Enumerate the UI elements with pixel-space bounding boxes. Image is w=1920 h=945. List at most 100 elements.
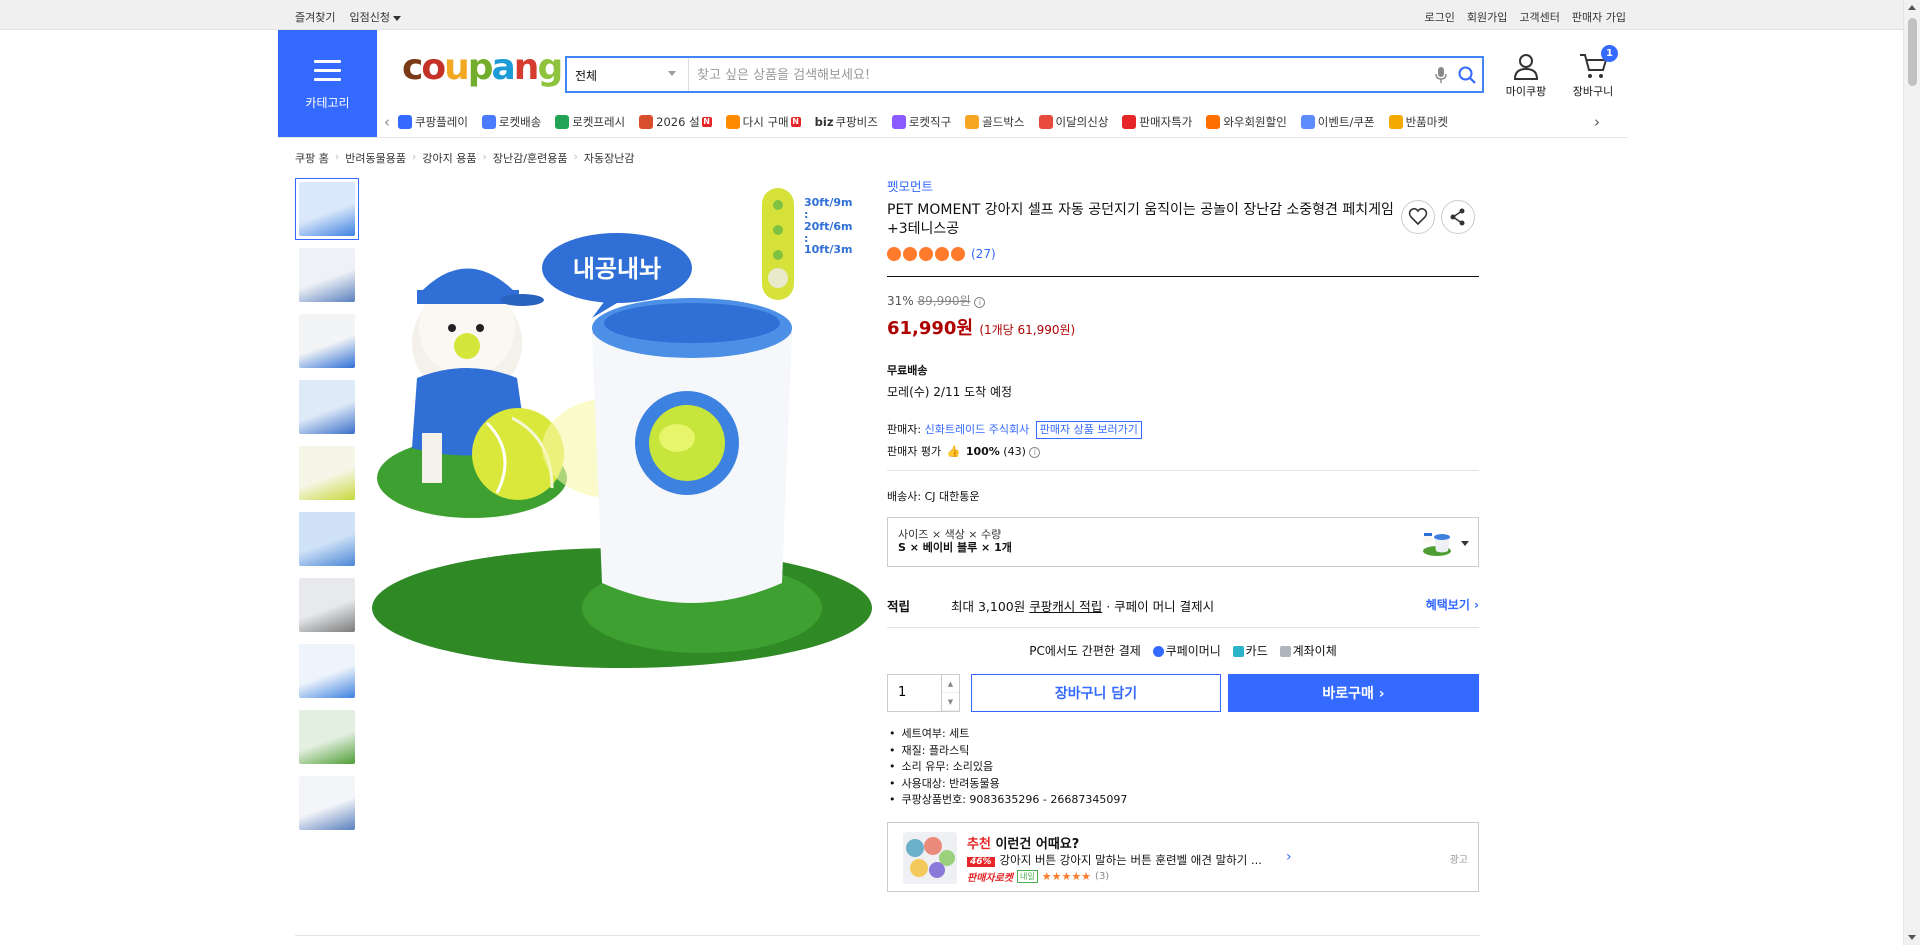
category-nav-item[interactable]: 골드박스 — [965, 114, 1025, 130]
wishlist-button[interactable] — [1401, 200, 1435, 234]
my-coupang-button[interactable]: 마이쿠팡 — [1503, 52, 1549, 99]
category-nav-item[interactable]: 반품마켓 — [1388, 114, 1448, 130]
courier-info: 배송사: CJ 대한통운 — [887, 488, 979, 504]
product-thumbnail[interactable] — [295, 574, 359, 636]
signup-link[interactable]: 회원가입 — [1467, 9, 1507, 25]
category-nav-item[interactable]: 다시 구매 N — [725, 114, 801, 130]
breadcrumb-item[interactable]: 쿠팡 홈 — [295, 150, 329, 166]
product-thumbnail[interactable] — [295, 706, 359, 768]
rating-stars[interactable]: (27) — [887, 247, 1477, 261]
thumbs-up-icon: 👍 — [946, 445, 961, 458]
partner-link[interactable]: 입점신청 — [349, 9, 401, 25]
section-divider — [295, 935, 1480, 936]
category-nav-label: 2026 설 — [656, 115, 700, 129]
category-nav-item[interactable]: 2026 설N — [639, 114, 712, 130]
chevron-down-icon — [392, 15, 401, 21]
search-input[interactable] — [697, 64, 1397, 86]
courier-label: 배송사: — [887, 490, 922, 503]
category-nav-item[interactable]: 와우회원할인 — [1206, 114, 1287, 130]
product-thumbnail[interactable] — [295, 178, 359, 240]
add-to-cart-button[interactable]: 장바구니 담기 — [971, 674, 1221, 712]
category-nav-item[interactable]: 로켓직구 — [891, 114, 951, 130]
category-nav-item[interactable]: 쿠팡플레이 — [398, 114, 468, 130]
product-thumbnail[interactable] — [295, 310, 359, 372]
category-nav-label: 반품마켓 — [1405, 115, 1448, 129]
seller-products-button[interactable]: 판매자 상품 보러가기 — [1035, 421, 1142, 439]
product-thumbnail[interactable] — [295, 376, 359, 438]
header-divider — [278, 137, 1628, 138]
product-thumbnail[interactable] — [295, 244, 359, 306]
scroll-up-arrow-icon[interactable] — [1908, 5, 1916, 10]
chevron-right-icon[interactable]: › — [1286, 849, 1292, 865]
brand-link[interactable]: 펫모먼트 — [887, 179, 933, 194]
breadcrumb-item[interactable]: 강아지 용품 — [422, 150, 476, 166]
seller-rocket-badge: 판매자로켓 — [967, 873, 1013, 884]
login-link[interactable]: 로그인 — [1425, 9, 1455, 25]
top-utility-bar: 즐겨찾기 입점신청 로그인 회원가입 고객센터 판매자 가입 — [0, 0, 1903, 30]
benefits-link[interactable]: 혜택보기 › — [1426, 596, 1479, 613]
recommendation-discount: 46% — [967, 857, 995, 867]
recommendation-card[interactable]: 추천 이런건 어때요? 46% 강아지 버튼 강아지 말하는 버튼 훈련벨 애견 … — [887, 822, 1479, 892]
category-nav-item[interactable]: 이벤트/쿠폰 — [1300, 114, 1375, 130]
category-icon — [725, 115, 740, 129]
search-category-value: 전체 — [575, 69, 598, 83]
category-nav-item[interactable]: 로켓배송 — [481, 114, 541, 130]
coupang-logo[interactable]: coupang — [402, 50, 563, 86]
breadcrumb-item[interactable]: 반려동물용품 — [345, 150, 406, 166]
discount-row: 31% 89,990원 i — [887, 292, 1479, 309]
category-icon — [965, 115, 980, 129]
seller-name-link[interactable]: 신화트레이드 주식회사 — [925, 423, 1030, 436]
product-attribute: 사용대상: 반려동물용 — [887, 776, 1127, 793]
chevron-down-icon — [1461, 541, 1469, 546]
partner-link-label: 입점신청 — [349, 11, 390, 24]
customer-center-link[interactable]: 고객센터 — [1519, 9, 1559, 25]
cart-button[interactable]: 1 장바구니 — [1568, 45, 1618, 99]
buy-now-button[interactable]: 바로구매 › — [1228, 674, 1479, 712]
product-attribute: 쿠팡상품번호: 9083635296 - 26687345097 — [887, 792, 1128, 809]
option-selector[interactable]: 사이즈 × 색상 × 수량 S × 베이비 블루 × 1개 — [887, 517, 1479, 567]
share-button[interactable] — [1441, 200, 1475, 234]
breadcrumb-item[interactable]: 자동장난감 — [584, 150, 635, 166]
quantity-increase-icon[interactable]: ▲ — [942, 675, 959, 693]
microphone-icon[interactable] — [1434, 66, 1448, 84]
breadcrumb-item[interactable]: 장난감/훈련용품 — [493, 150, 568, 166]
info-icon[interactable]: i — [1029, 447, 1041, 458]
category-nav-item[interactable]: 판매자특가 — [1122, 114, 1192, 130]
scroll-down-arrow-icon[interactable] — [1908, 935, 1916, 940]
product-thumbnail[interactable] — [295, 442, 359, 504]
category-menu-button[interactable]: 카테고리 — [278, 30, 377, 138]
category-nav-item[interactable]: 로켓프레시 — [555, 114, 625, 130]
category-nav-item[interactable]: biz 쿠팡비즈 — [815, 114, 878, 130]
product-thumbnail[interactable] — [295, 772, 359, 834]
review-count[interactable]: (27) — [971, 247, 996, 261]
quantity-decrease-icon[interactable]: ▼ — [942, 693, 959, 711]
free-shipping-label: 무료배송 — [887, 364, 928, 377]
nav-prev-arrow-icon[interactable]: ‹ — [384, 113, 398, 131]
search-icon[interactable] — [1457, 65, 1477, 85]
product-thumbnail[interactable] — [295, 508, 359, 570]
info-icon[interactable]: i — [974, 297, 986, 308]
favorites-link[interactable]: 즐겨찾기 — [295, 9, 335, 25]
card-icon — [1232, 646, 1244, 657]
breadcrumb-separator-icon: › — [334, 150, 340, 163]
ad-label: 광고 — [1449, 855, 1468, 866]
nav-next-arrow-icon[interactable]: › — [1594, 113, 1608, 131]
page-scrollbar[interactable] — [1903, 0, 1920, 945]
discount-rate: 31% — [887, 294, 914, 308]
scrollbar-thumb[interactable] — [1908, 18, 1917, 86]
pc-pay-label: PC에서도 간편한 결제 — [1029, 644, 1141, 658]
category-menu-label: 카테고리 — [305, 96, 350, 110]
quantity-input[interactable] — [898, 685, 938, 700]
recommendation-highlight: 추천 — [967, 837, 991, 852]
option-header: 사이즈 × 색상 × 수량 — [898, 528, 1002, 541]
category-nav-item[interactable]: 이달의신상 — [1038, 114, 1108, 130]
cart-count-badge: 1 — [1601, 45, 1618, 62]
chevron-down-icon — [668, 71, 676, 76]
coupang-cash-link[interactable]: 쿠팡캐시 적립 — [1029, 599, 1102, 614]
product-thumbnail[interactable] — [295, 640, 359, 702]
breadcrumb-separator-icon: › — [482, 150, 487, 163]
seller-signup-link[interactable]: 판매자 가입 — [1572, 9, 1626, 25]
category-icon — [398, 115, 412, 129]
original-price: 89,990원 — [917, 294, 971, 308]
search-category-select[interactable]: 전체 — [567, 58, 689, 91]
